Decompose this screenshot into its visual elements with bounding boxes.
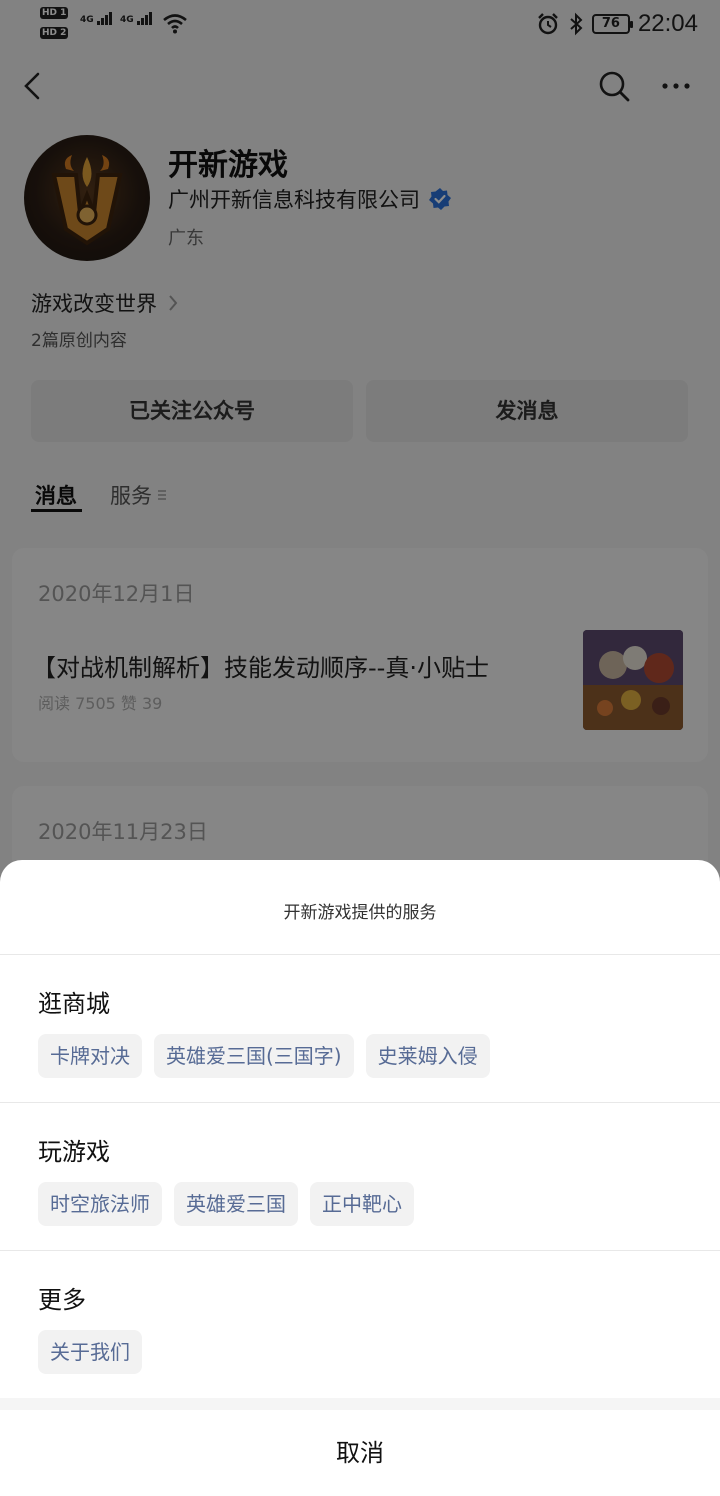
service-chip[interactable]: 正中靶心	[310, 1182, 414, 1226]
section-title-mall: 逛商城	[38, 990, 110, 1018]
divider	[0, 1102, 720, 1103]
section-items-more: 关于我们	[38, 1330, 142, 1374]
section-title-more: 更多	[38, 1286, 86, 1314]
section-title-games: 玩游戏	[38, 1138, 110, 1166]
divider	[0, 1250, 720, 1251]
cancel-button[interactable]: 取消	[0, 1410, 720, 1496]
services-sheet: 开新游戏提供的服务 逛商城 卡牌对决 英雄爱三国(三国字) 史莱姆入侵 玩游戏 …	[0, 860, 720, 1496]
service-chip[interactable]: 关于我们	[38, 1330, 142, 1374]
section-items-games: 时空旅法师 英雄爱三国 正中靶心	[38, 1182, 414, 1226]
divider	[0, 954, 720, 955]
section-items-mall: 卡牌对决 英雄爱三国(三国字) 史莱姆入侵	[38, 1034, 490, 1078]
service-chip[interactable]: 英雄爱三国(三国字)	[154, 1034, 354, 1078]
sheet-separator	[0, 1398, 720, 1410]
service-chip[interactable]: 史莱姆入侵	[365, 1034, 490, 1078]
sheet-title: 开新游戏提供的服务	[283, 903, 437, 923]
service-chip[interactable]: 英雄爱三国	[174, 1182, 298, 1226]
service-chip[interactable]: 时空旅法师	[38, 1182, 162, 1226]
service-chip[interactable]: 卡牌对决	[38, 1034, 142, 1078]
